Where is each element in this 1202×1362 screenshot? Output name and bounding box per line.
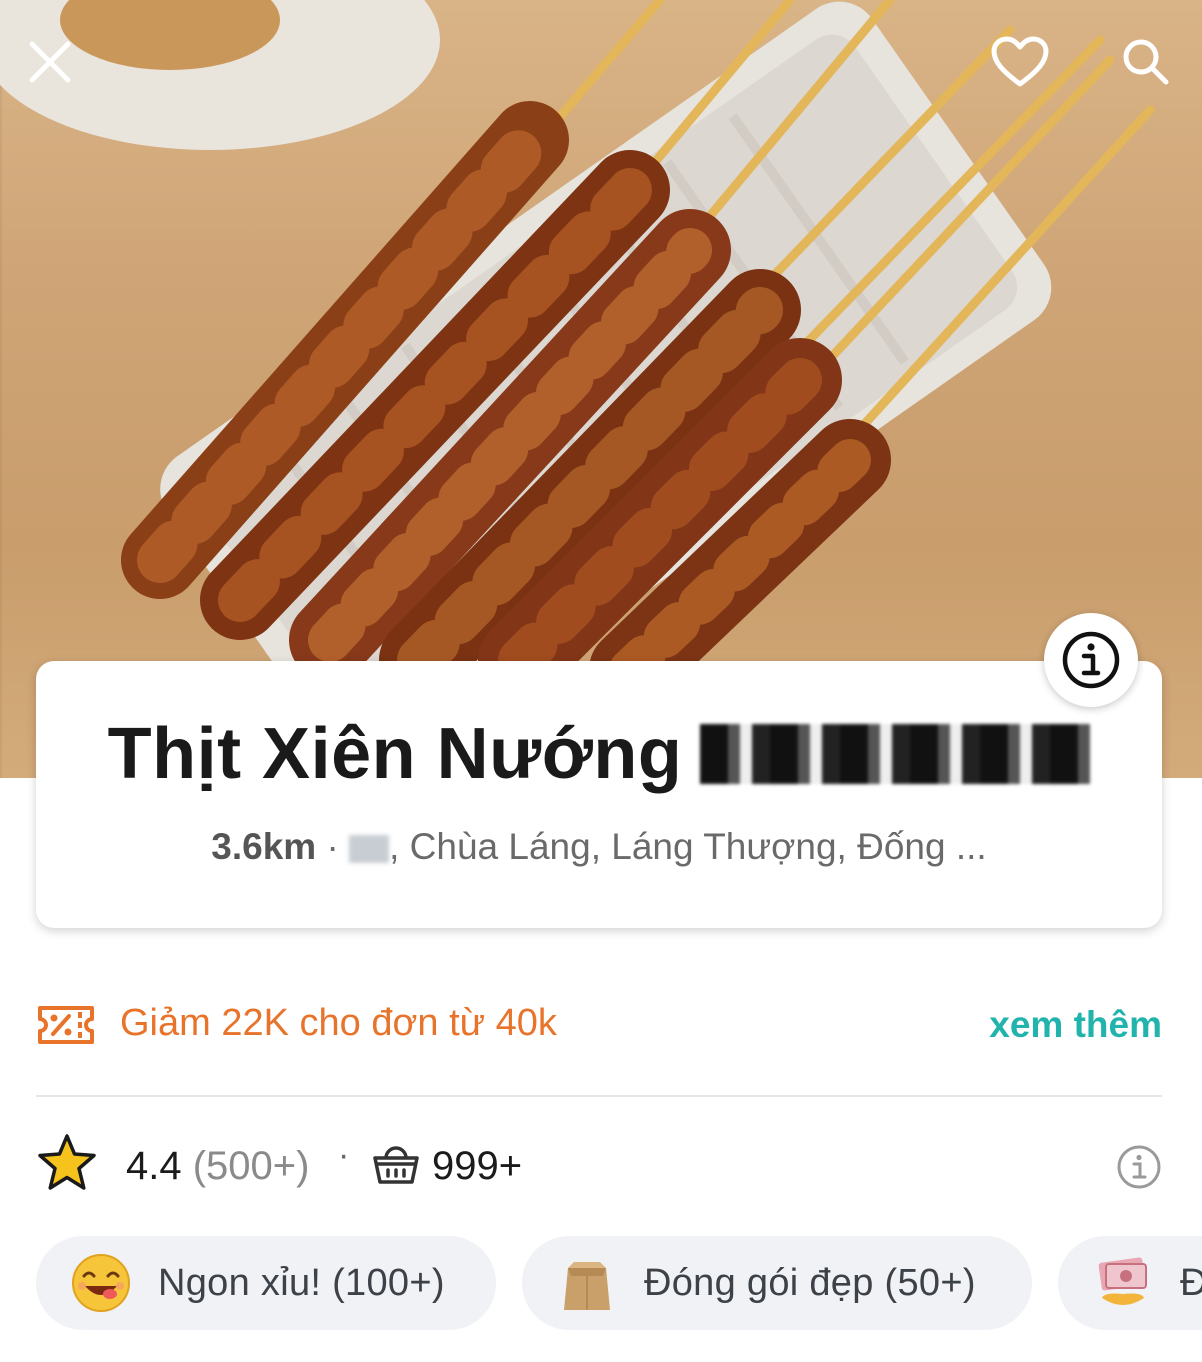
money-icon	[1098, 1257, 1147, 1305]
see-more-link[interactable]: xem thêm	[989, 1004, 1162, 1046]
search-icon	[1123, 39, 1169, 85]
promo-text: Giảm 22K cho đơn từ 40k	[120, 1002, 557, 1044]
dot-separator: ·	[338, 1136, 350, 1174]
review-tag-label: Đóng gói đẹp (50+)	[644, 1261, 976, 1304]
order-count: 999+	[432, 1144, 523, 1188]
store-name-text: Thịt Xiên Nướng	[107, 714, 683, 794]
store-info-button[interactable]	[1044, 613, 1138, 707]
yummy-face-icon	[72, 1254, 130, 1312]
review-tag-chip[interactable]: Ngon xỉu! (100+)	[36, 1236, 496, 1330]
paper-bag-icon	[564, 1262, 610, 1310]
store-location: 3.6km · , Chùa Láng, Láng Thượng, Đống .…	[36, 826, 1162, 868]
close-button[interactable]	[16, 28, 84, 96]
promo-row[interactable]: Giảm 22K cho đơn từ 40k xem thêm	[36, 1000, 1162, 1052]
review-tag-chip[interactable]: Đ	[1058, 1236, 1202, 1330]
discount-ticket-icon	[38, 1006, 94, 1044]
location-separator: ·	[316, 826, 350, 867]
review-tags: Ngon xỉu! (100+) Đóng gói đẹp (50+) Đ	[36, 1236, 1202, 1330]
star-icon	[38, 1134, 96, 1190]
favorite-button[interactable]	[986, 28, 1054, 96]
redacted-address	[349, 835, 390, 863]
rating-value: 4.4	[126, 1144, 182, 1188]
search-button[interactable]	[1112, 28, 1180, 96]
close-icon	[29, 41, 71, 83]
stats-row: 4.4 (500+) · 999+	[36, 1132, 1162, 1202]
basket-icon	[373, 1146, 419, 1184]
store-distance: 3.6km	[211, 826, 317, 867]
redacted-text	[700, 724, 1091, 784]
store-address: , Chùa Láng, Láng Thượng, Đống ...	[389, 826, 987, 867]
info-icon	[1062, 631, 1120, 689]
rating-count: (500+)	[192, 1144, 310, 1188]
info-icon[interactable]	[1116, 1144, 1162, 1190]
review-tag-label: Ngon xỉu! (100+)	[158, 1261, 445, 1304]
rating: 4.4 (500+)	[126, 1144, 309, 1189]
store-name: Thịt Xiên Nướng	[36, 713, 1162, 795]
store-info-card: Thịt Xiên Nướng 3.6km · , Chùa Láng, Lán…	[36, 661, 1162, 928]
review-tag-chip[interactable]: Đóng gói đẹp (50+)	[522, 1236, 1032, 1330]
review-tag-label: Đ	[1180, 1261, 1202, 1304]
heart-icon	[991, 36, 1049, 87]
divider	[36, 1095, 1162, 1097]
